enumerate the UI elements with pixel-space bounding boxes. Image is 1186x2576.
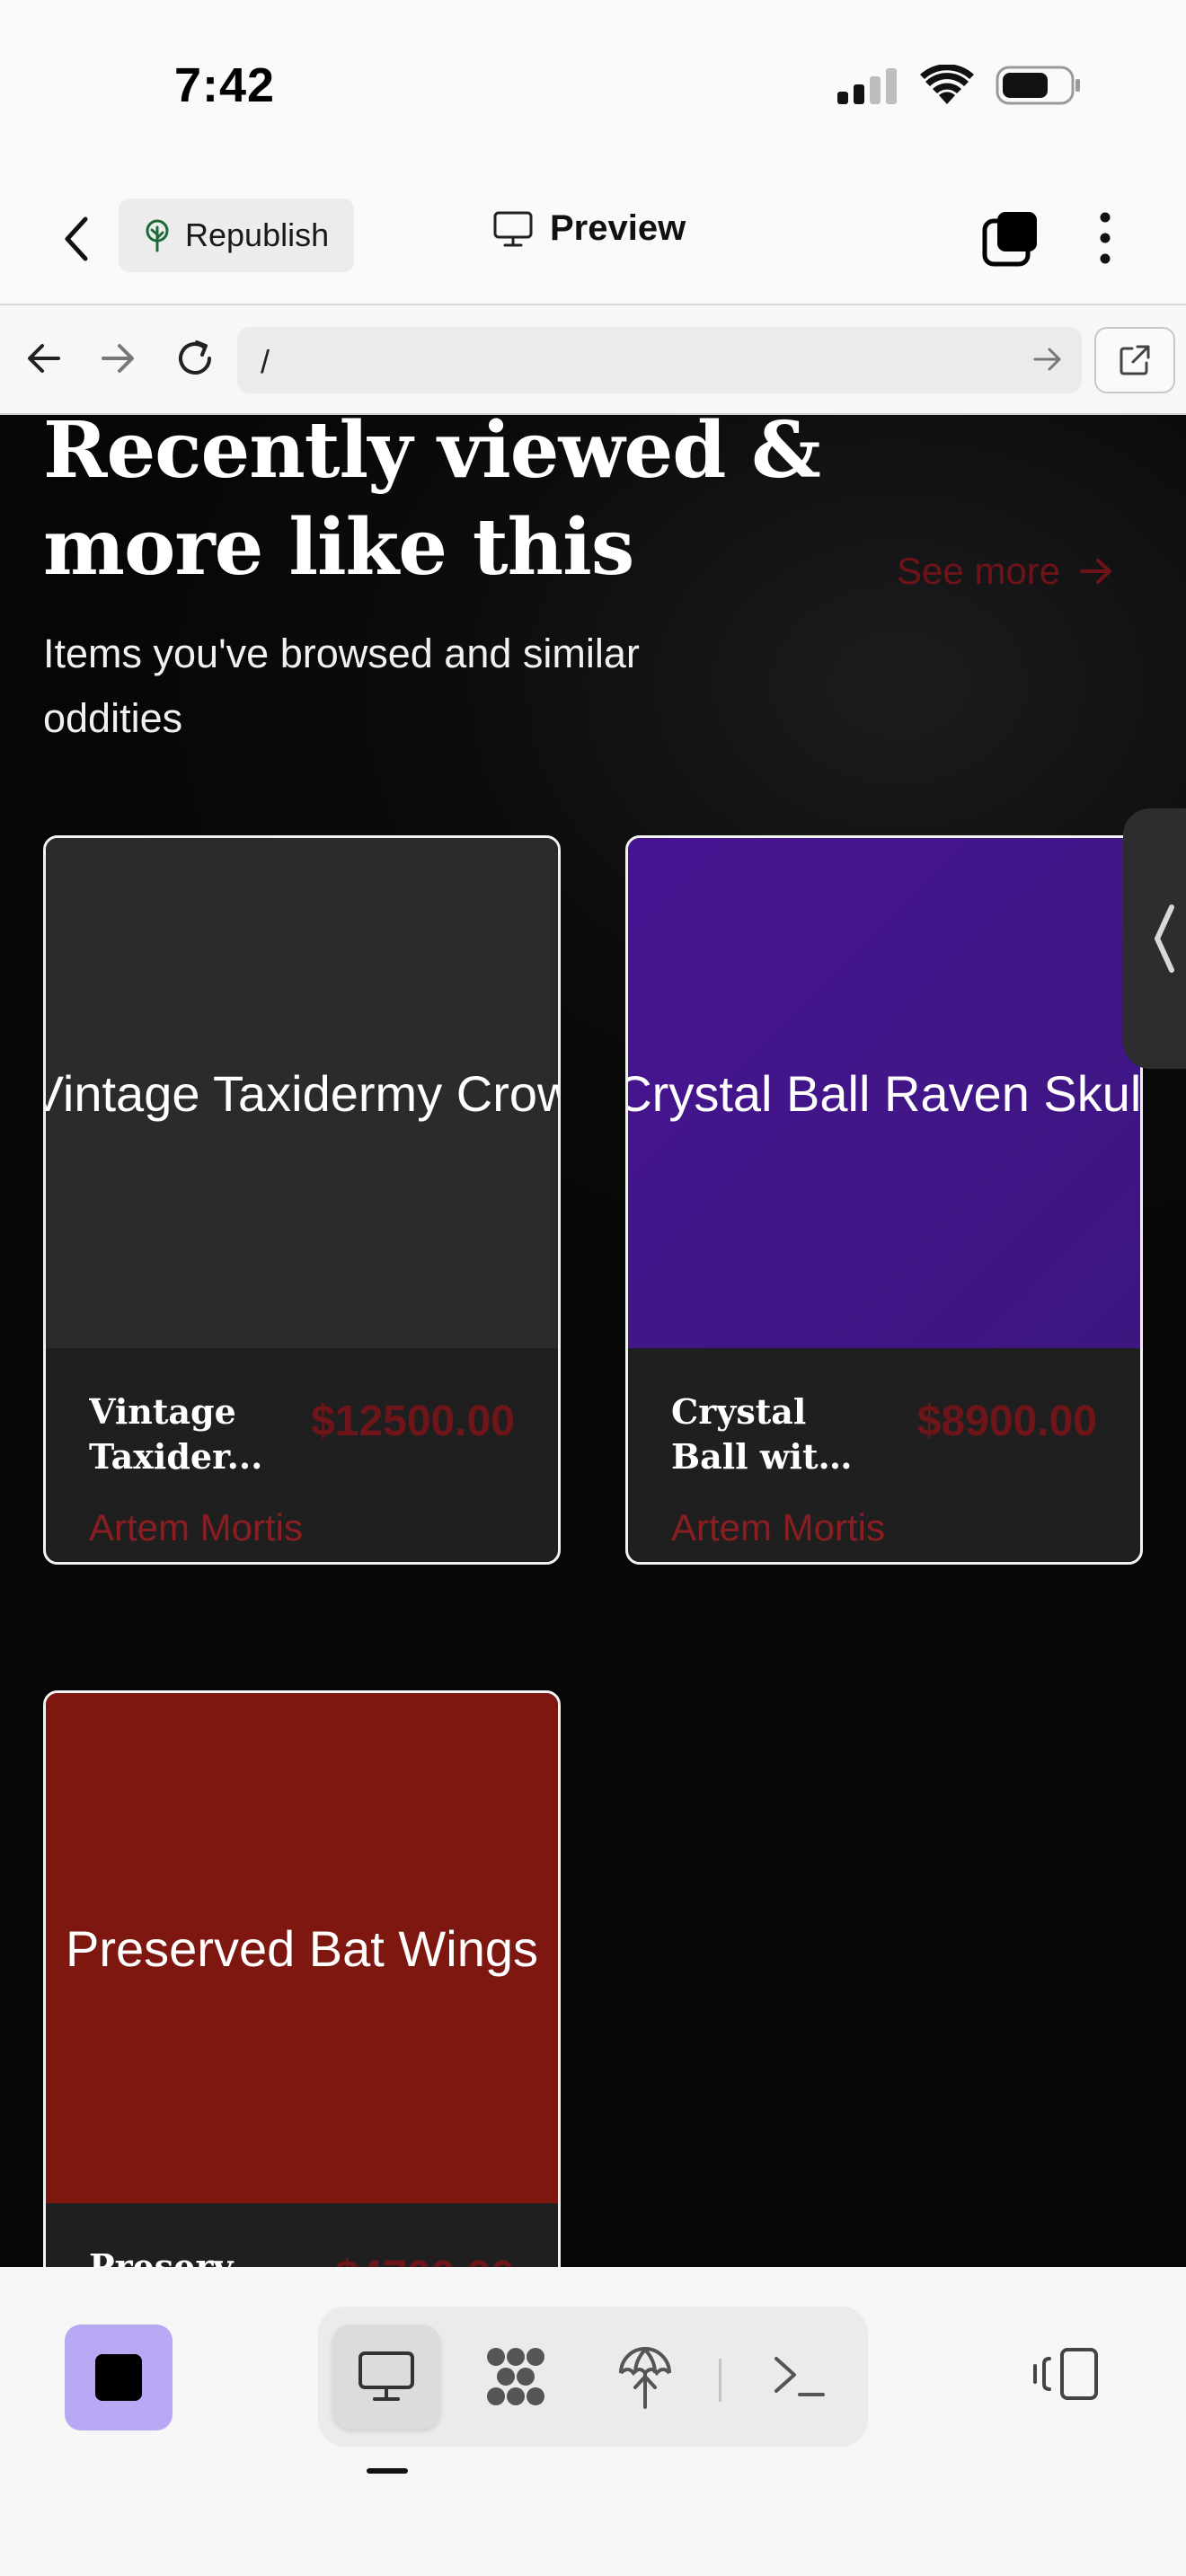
product-name[interactable]: Vintage Taxider... <box>89 1389 278 1479</box>
product-name-line1: Crystal <box>671 1391 807 1432</box>
tree-icon <box>146 219 169 252</box>
preview-view-button[interactable] <box>332 2325 440 2429</box>
browser-bar: / <box>0 305 1186 415</box>
product-name[interactable]: Crystal Ball with... <box>671 1389 860 1479</box>
section-subtitle: Items you've browsed and similar odditie… <box>43 631 640 741</box>
product-seller[interactable]: Artem Mortis <box>671 1506 885 1549</box>
product-name-line1: Preserved <box>89 2246 278 2267</box>
product-image[interactable]: Preserved Bat Wings <box>46 1693 558 2203</box>
battery-icon <box>996 66 1080 105</box>
product-name[interactable]: Preserved <box>89 2245 278 2267</box>
product-card[interactable]: Crystal Ball Raven Skull Crystal Ball wi… <box>625 835 1143 1565</box>
product-name-line2: Taxider... <box>89 1436 263 1477</box>
section-title: Recently viewed & more like this <box>43 415 852 596</box>
section-title-line1: Recently viewed & <box>43 415 821 496</box>
open-external-button[interactable] <box>1094 327 1175 393</box>
terminal-icon <box>774 2357 825 2396</box>
publish-view-button[interactable] <box>591 2325 699 2429</box>
side-panel-handle[interactable] <box>1123 808 1186 1069</box>
monitor-icon <box>358 2351 414 2401</box>
chevron-left-icon <box>1155 904 1174 973</box>
external-link-icon <box>1120 345 1150 375</box>
republish-label: Republish <box>185 216 330 253</box>
toolbar-divider <box>719 2359 721 2402</box>
app-header: Republish Preview <box>0 171 1186 305</box>
product-image-label: Crystal Ball Raven Skull <box>628 1064 1140 1122</box>
see-more-link[interactable]: See more <box>897 550 1114 593</box>
arrow-right-icon <box>1080 559 1112 584</box>
product-image[interactable]: Vintage Taxidermy Crow <box>46 838 558 1348</box>
browser-back-button[interactable] <box>18 332 70 384</box>
section-title-line2: more like this <box>43 502 634 593</box>
signal-icon <box>837 68 897 104</box>
product-image-label: Vintage Taxidermy Crow <box>46 1064 558 1122</box>
active-view-indicator <box>367 2468 408 2474</box>
republish-button[interactable]: Republish <box>119 198 354 272</box>
preview-tab[interactable]: Preview <box>492 208 686 249</box>
product-image-label: Preserved Bat Wings <box>66 1919 538 1977</box>
product-price: $12500.00 <box>311 1398 515 1445</box>
arrow-right-icon <box>102 344 134 373</box>
url-text: / <box>261 343 270 380</box>
more-vertical-icon[interactable] <box>1089 208 1121 268</box>
browser-reload-button[interactable] <box>169 332 221 384</box>
product-info: Crystal Ball with... $8900.00 Artem Mort… <box>628 1348 1140 1562</box>
publish-icon <box>619 2347 671 2409</box>
product-name-line1: Vintage <box>89 1391 236 1432</box>
status-icons <box>836 63 1082 108</box>
back-chevron-icon[interactable] <box>52 210 101 268</box>
web-preview[interactable]: Recently viewed & more like this See mor… <box>0 415 1186 2267</box>
product-seller[interactable]: Artem Mortis <box>89 1506 303 1549</box>
status-bar: 7:42 <box>0 0 1186 171</box>
stop-icon <box>95 2354 142 2401</box>
product-info: Vintage Taxider... $12500.00 Artem Morti… <box>46 1348 558 1562</box>
wifi-icon <box>920 65 974 104</box>
tabs-icon[interactable] <box>981 208 1040 268</box>
canvas-view-button[interactable] <box>462 2325 570 2429</box>
reload-icon <box>179 340 211 375</box>
stop-button[interactable] <box>65 2325 173 2430</box>
product-card[interactable]: Preserved Bat Wings Preserved $4700.00 <box>43 1690 561 2267</box>
arrow-right-icon[interactable] <box>1031 343 1064 375</box>
view-switcher <box>318 2307 868 2447</box>
product-info: Preserved $4700.00 <box>46 2203 558 2267</box>
url-input[interactable]: / <box>237 327 1082 393</box>
grid-icon <box>487 2348 544 2405</box>
panel-toggle-icon[interactable] <box>1030 2342 1102 2405</box>
product-image[interactable]: Crystal Ball Raven Skull <box>628 838 1140 1348</box>
console-view-button[interactable] <box>746 2325 854 2429</box>
see-more-label: See more <box>897 550 1061 592</box>
bottom-toolbar <box>0 2267 1186 2576</box>
product-price: $4700.00 <box>335 2252 515 2267</box>
status-time: 7:42 <box>174 58 276 112</box>
preview-label: Preview <box>550 208 686 248</box>
product-name-line2: Ball with... <box>671 1436 860 1477</box>
monitor-icon <box>493 211 533 246</box>
browser-forward-button[interactable] <box>92 332 144 384</box>
product-price: $8900.00 <box>916 1398 1097 1445</box>
product-card[interactable]: Vintage Taxidermy Crow Vintage Taxider..… <box>43 835 561 1565</box>
arrow-left-icon <box>28 344 60 373</box>
